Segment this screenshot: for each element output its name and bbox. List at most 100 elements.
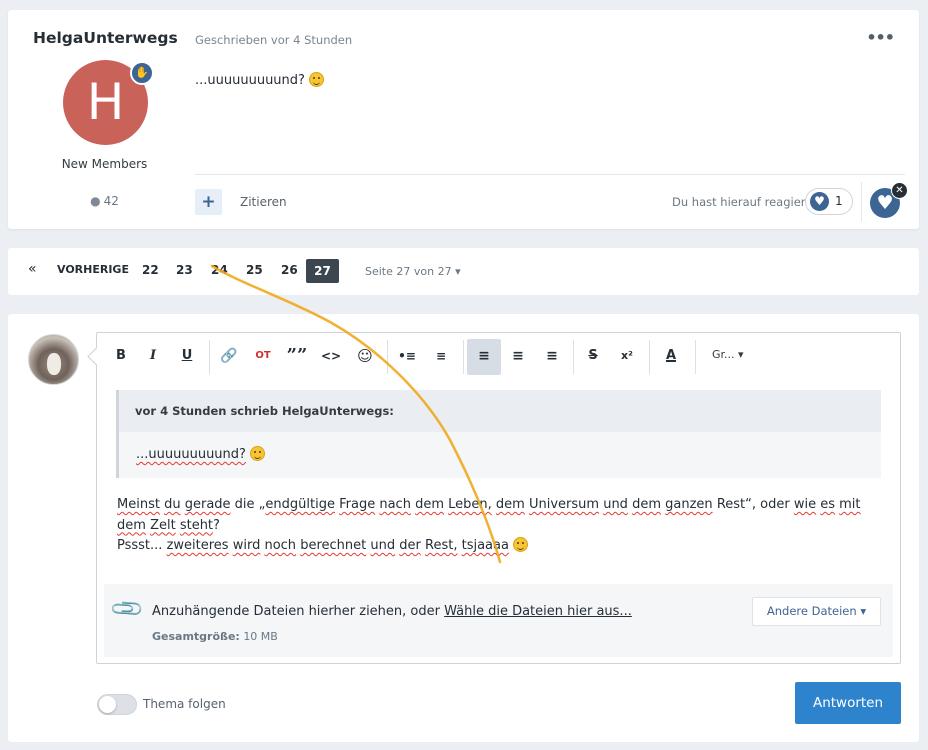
reply-word: zweiteres [166,538,229,553]
bulleted-list-icon[interactable]: •≡ [395,345,419,367]
toolbar-separator [573,340,574,374]
page-jump-label: Seite 27 von 27 [365,265,452,278]
reply-word: dem [632,497,661,512]
attachment-dropzone[interactable]: 📎 Anzuhängende Dateien hierher ziehen, o… [104,584,893,657]
page-link-23[interactable]: 23 [176,263,193,277]
italic-button[interactable]: I [141,345,165,367]
reply-word: du [164,497,181,512]
grin-emoji-icon [309,72,325,87]
reply-word: ? [213,517,220,533]
reply-word: Universum [528,497,600,512]
choose-files-link[interactable]: Wähle die Dateien hier aus... [444,604,632,619]
previous-page-link[interactable]: VORHERIGE [57,263,129,276]
reply-word: Leben, [448,497,492,512]
code-icon[interactable]: <> [319,345,343,367]
toolbar-separator [209,340,210,374]
page-link-25[interactable]: 25 [246,263,263,277]
attachment-size-value: 10 MB [243,630,278,643]
reply-word: es [820,497,835,512]
post-count[interactable]: ● 42 [8,194,201,208]
reply-editor[interactable]: B I U 🔗 OT ”” <> ☺ •≡ ≡ ≡ ≡ ≡ S x² A Gr.… [96,332,901,664]
laughing-emoji-icon [513,537,529,552]
reply-word: gerade [184,497,231,512]
offtopic-button[interactable]: OT [251,345,275,367]
page-link-22[interactable]: 22 [142,263,159,277]
reply-word: die „ [234,497,266,512]
post-menu-icon[interactable]: ••• [866,28,895,47]
numbered-list-icon[interactable]: ≡ [429,345,453,367]
reaction-divider [861,182,862,222]
superscript-button[interactable]: x² [615,345,639,367]
reply-word: Pssst... [117,538,167,553]
font-size-dropdown[interactable]: Gr... ▾ [712,348,744,361]
multiquote-add-button[interactable]: + [195,189,222,215]
reply-word: Meinst [117,497,160,512]
emoji-icon[interactable]: ☺ [353,345,377,367]
react-button[interactable]: ♥ ✕ [870,182,908,218]
post-author-name[interactable]: HelgaUnterwegs [33,29,178,47]
reaction-summary[interactable]: 1 [805,188,853,215]
reply-word: Rest, [425,538,458,553]
reply-word: Frage [339,497,376,512]
reply-word: mit [839,497,861,512]
align-center-icon[interactable]: ≡ [506,345,530,367]
underline-button[interactable]: U [175,345,199,367]
reply-word: wird [232,538,261,553]
reply-word: endgültige [265,497,335,512]
reply-word: berechnet [300,538,367,553]
follow-topic-toggle[interactable] [97,694,137,715]
quote-header: vor 4 Stunden schrieb HelgaUnterwegs: [119,390,881,432]
link-icon[interactable]: 🔗 [217,345,241,367]
attachment-prefix: Anzuhängende Dateien hierher ziehen, ode… [152,604,445,619]
post-body-text: ...uuuuuuuuund? [195,73,305,88]
reply-word: ganzen [665,497,713,512]
toolbar-separator [387,340,388,374]
reply-word: dem [117,517,146,533]
font-size-label: Gr... [712,348,735,361]
align-left-icon[interactable]: ≡ [472,345,496,367]
attachment-size: Gesamtgröße: 10 MB [152,630,278,643]
post-meta[interactable]: Geschrieben vor 4 Stunden [195,33,352,47]
reply-word: und [603,497,628,512]
reply-body-text[interactable]: Meinst du gerade die „endgültige Frage n… [117,495,887,557]
page-jump-dropdown[interactable]: Seite 27 von 27 ▾ [365,265,461,278]
first-page-link[interactable]: « [28,261,37,277]
current-page: 27 [306,259,339,283]
caret-down-icon: ▾ [455,265,461,278]
caret-down-icon: ▾ [738,348,744,361]
align-right-icon[interactable]: ≡ [540,345,564,367]
pagination: « VORHERIGE 22 23 24 25 26 27 Seite 27 v… [8,248,919,295]
remove-reaction-icon[interactable]: ✕ [891,182,908,199]
reacted-text: Du hast hierauf reagiert [672,195,811,209]
paperclip-icon: 📎 [109,590,147,629]
page-link-24[interactable]: 24 [211,263,228,277]
toolbar-separator [463,340,464,374]
bold-button[interactable]: B [109,345,133,367]
reply-word: tsjaaaa [461,538,509,553]
quote-body: ...uuuuuuuuund? [136,447,246,462]
quote-button[interactable]: Zitieren [240,195,287,209]
reply-form: B I U 🔗 OT ”” <> ☺ •≡ ≡ ≡ ≡ ≡ S x² A Gr.… [8,314,919,742]
post-body: ...uuuuuuuuund? [195,72,325,88]
current-user-avatar[interactable] [28,334,79,385]
reply-word: dem [415,497,444,512]
reply-word: dem [495,497,525,512]
heart-reaction-icon [810,192,829,211]
follow-topic-label[interactable]: Thema folgen [143,697,226,711]
page-link-26[interactable]: 26 [281,263,298,277]
attachment-size-label: Gesamtgröße: [152,630,240,643]
strikethrough-button[interactable]: S [581,345,605,367]
reply-word: wie [793,497,817,512]
reply-word: Rest“, oder [716,497,790,512]
font-color-button[interactable]: A [659,345,683,367]
reply-word: und [370,538,396,553]
other-files-button[interactable]: Andere Dateien ▾ [752,597,881,626]
quote-icon[interactable]: ”” [285,345,309,367]
submit-reply-button[interactable]: Antworten [795,682,901,724]
post-divider [195,174,905,175]
attachment-instructions: Anzuhängende Dateien hierher ziehen, ode… [152,604,632,619]
reply-word: Zelt [150,517,176,533]
quote-text: ...uuuuuuuuund? [136,446,266,462]
rank-badge-icon: ✋ [130,61,154,85]
post-card: HelgaUnterwegs H ✋ New Members ● 42 Gesch… [8,10,919,229]
